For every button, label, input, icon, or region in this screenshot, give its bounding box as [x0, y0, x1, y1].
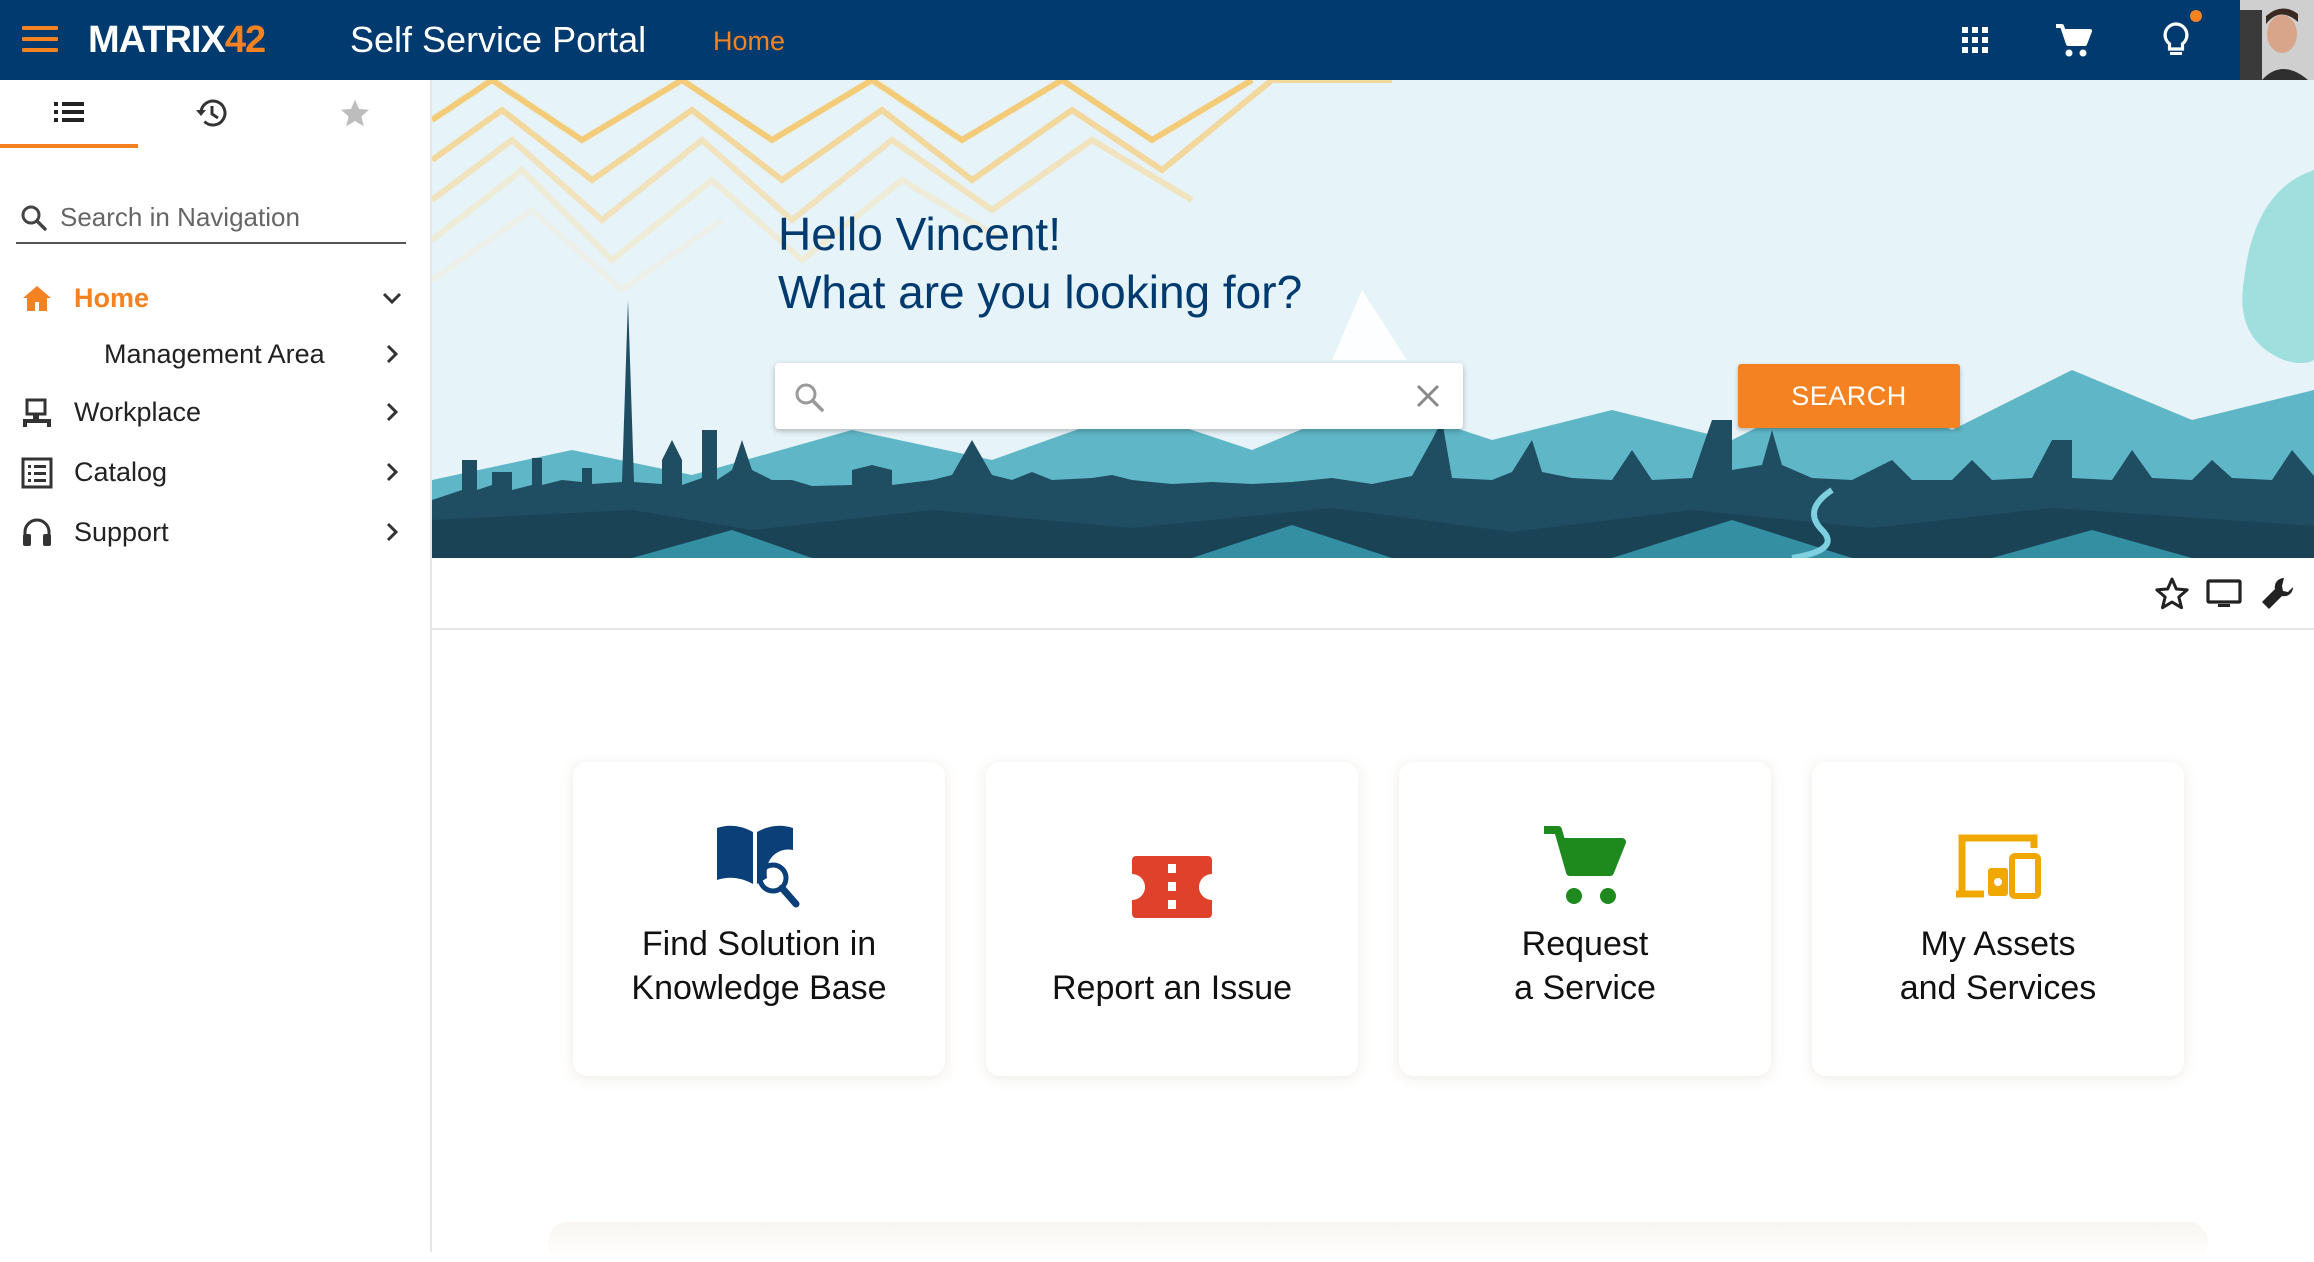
top-bar: MATRIX42 Self Service Portal Home [0, 0, 2314, 80]
sidebar-item-workplace[interactable]: Workplace [0, 384, 430, 440]
sidebar-item-catalog[interactable]: Catalog [0, 444, 430, 500]
sidebar-item-label: Catalog [74, 457, 168, 487]
devices-icon [1956, 834, 2041, 899]
tile-label-line-1: Find Solution in [641, 925, 877, 963]
tile-label-line-2: Report an Issue [1051, 969, 1293, 1007]
app-title: Self Service Portal [350, 19, 647, 60]
sidebar-item-support[interactable]: Support [0, 504, 430, 560]
search-button[interactable]: SEARCH [1738, 364, 1960, 428]
sidebar-item-management-area[interactable]: Management Area [0, 326, 430, 382]
breadcrumb-home[interactable]: Home [713, 24, 785, 58]
tile-request-service[interactable]: Request a Service [1399, 762, 1771, 1076]
clear-icon[interactable] [1413, 381, 1443, 411]
workplace-icon [23, 398, 51, 427]
chevron-down-icon[interactable] [378, 284, 406, 312]
user-avatar[interactable] [2240, 0, 2314, 80]
hero-search-box[interactable] [775, 363, 1463, 429]
tile-report-issue[interactable]: Report an Issue [986, 762, 1358, 1076]
tile-label-line-1: My Assets [1920, 925, 2076, 963]
chevron-right-icon[interactable] [378, 458, 406, 486]
apps-grid-icon[interactable] [1953, 18, 1997, 62]
chevron-right-icon[interactable] [378, 340, 406, 368]
sidebar-item-home[interactable]: Home [0, 270, 430, 326]
shopping-cart-icon[interactable] [2051, 18, 2095, 62]
tile-label-line-1: Request [1521, 925, 1649, 963]
hero-search-input[interactable] [841, 375, 1405, 419]
tab-navigation[interactable] [0, 80, 138, 148]
search-icon [21, 205, 47, 231]
cart-icon [1544, 826, 1626, 904]
menu-icon[interactable] [22, 26, 58, 54]
ticket-icon [1132, 856, 1212, 918]
display-icon[interactable] [2204, 574, 2244, 614]
logo-number: 42 [224, 19, 266, 61]
toolbar-divider [432, 628, 2314, 630]
sidebar-item-label: Workplace [74, 397, 202, 427]
nav-search-input[interactable] [58, 198, 402, 236]
tab-favorites[interactable] [286, 80, 424, 146]
sidebar: Home Management Area Workplace Catalog [0, 80, 432, 1252]
tile-label-line-2: Knowledge Base [631, 969, 887, 1007]
tile-label-line-2: and Services [1899, 969, 2097, 1007]
star-icon [341, 99, 369, 127]
headset-icon [23, 518, 51, 546]
catalog-icon [21, 457, 53, 489]
tab-history[interactable] [143, 80, 281, 146]
history-icon [196, 99, 227, 127]
tile-label-line-2: a Service [1514, 969, 1656, 1007]
sidebar-tabs [0, 80, 430, 148]
sidebar-item-label: Management Area [104, 339, 325, 369]
notification-badge [2190, 10, 2202, 22]
wrench-icon[interactable] [2258, 574, 2298, 614]
chevron-right-icon[interactable] [378, 518, 406, 546]
skyline-illustration [432, 80, 2314, 558]
greeting-line-1: Hello Vincent! [778, 208, 1061, 260]
greeting-line-2: What are you looking for? [778, 266, 1303, 318]
sidebar-item-label: Support [74, 517, 169, 547]
book-search-icon [717, 825, 800, 908]
logo[interactable]: MATRIX42 [88, 18, 266, 62]
list-icon [54, 102, 84, 122]
tile-knowledge-base[interactable]: Find Solution in Knowledge Base [573, 762, 945, 1076]
home-icon [23, 286, 51, 311]
favorite-star-icon[interactable] [2152, 574, 2192, 614]
nav-search-field[interactable] [16, 192, 406, 244]
content-row-below [548, 1222, 2208, 1262]
logo-text: MATRIX [88, 19, 226, 61]
lightbulb-icon[interactable] [2154, 18, 2198, 62]
hero-banner: Hello Vincent! What are you looking for?… [432, 80, 2314, 558]
tile-my-assets[interactable]: My Assets and Services [1812, 762, 2184, 1076]
search-icon [795, 383, 824, 412]
chevron-right-icon[interactable] [378, 398, 406, 426]
sidebar-item-label: Home [74, 283, 150, 313]
